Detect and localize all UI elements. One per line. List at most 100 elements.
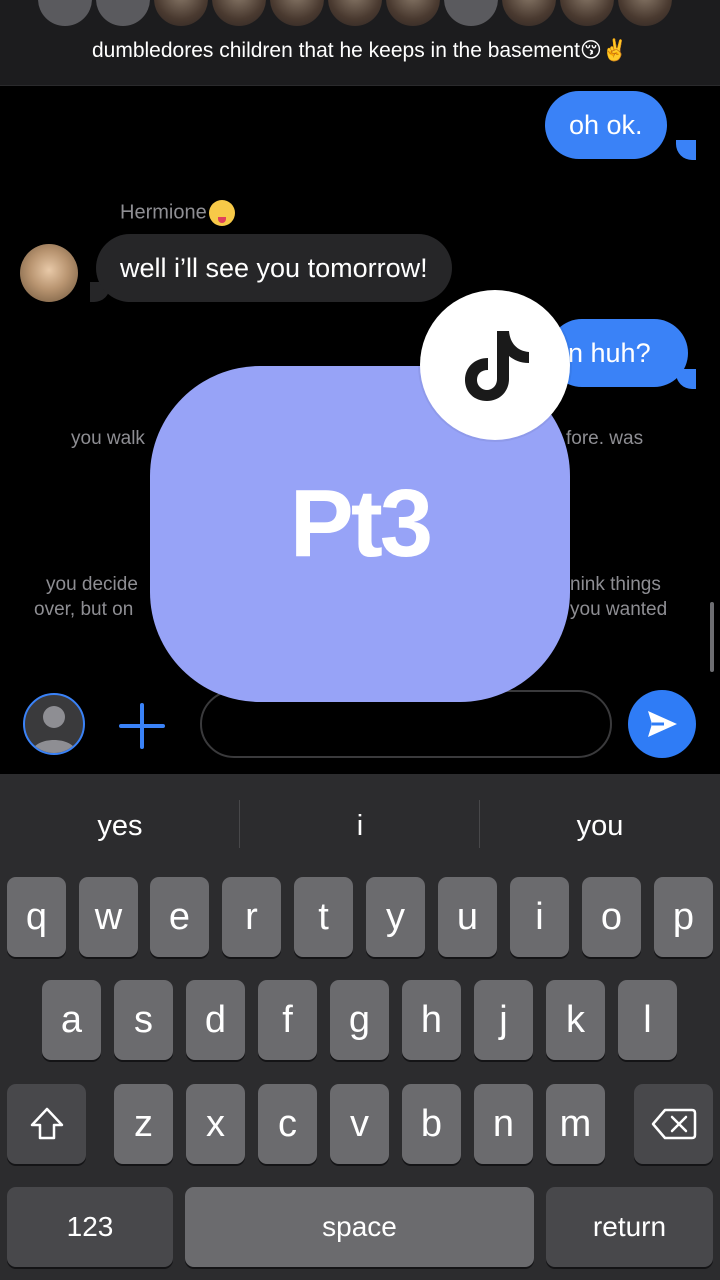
key-o[interactable]: o [582,877,641,957]
key-label: e [168,895,191,938]
member-avatar [328,0,382,26]
numbers-key[interactable]: 123 [7,1187,173,1267]
narration-text: fore. was [566,428,644,449]
key-label: l [643,998,652,1041]
key-k[interactable]: k [546,980,605,1060]
member-avatar [502,0,556,26]
plus-icon [119,703,165,749]
key-n[interactable]: n [474,1084,533,1164]
member-avatar [444,0,498,26]
member-avatar [618,0,672,26]
key-w[interactable]: w [79,877,138,957]
key-label: p [672,895,695,938]
key-l[interactable]: l [618,980,677,1060]
key-label: j [499,998,508,1041]
member-avatar [560,0,614,26]
shift-arrow-icon [30,1107,63,1140]
key-label: x [206,1102,225,1145]
member-avatar [212,0,266,26]
member-avatar [270,0,324,26]
key-label: m [559,1102,592,1145]
suggestion-text: you [576,809,624,842]
key-p[interactable]: p [654,877,713,957]
message-text: n huh? [568,338,651,368]
send-button[interactable] [628,690,696,758]
key-x[interactable]: x [186,1084,245,1164]
key-e[interactable]: e [150,877,209,957]
narration-text: you decide [46,574,138,595]
part-label: Pt3 [289,470,433,577]
keyboard: yes i you q w e r t y u i o p a s d f g … [0,774,720,1280]
narration-text: nink things [570,574,661,595]
key-label: s [134,998,153,1041]
key-j[interactable]: j [474,980,533,1060]
add-attachment-button[interactable] [118,702,166,750]
key-label: space [322,1211,397,1242]
key-label: 123 [66,1211,114,1242]
key-g[interactable]: g [330,980,389,1060]
key-label: h [420,998,443,1041]
key-label: o [600,895,623,938]
key-a[interactable]: a [42,980,101,1060]
key-label: u [456,895,479,938]
return-key[interactable]: return [546,1187,713,1267]
key-f[interactable]: f [258,980,317,1060]
scroll-indicator[interactable] [710,602,714,672]
group-avatars [38,0,672,26]
key-t[interactable]: t [294,877,353,957]
member-avatar [96,0,150,26]
key-d[interactable]: d [186,980,245,1060]
delete-key[interactable] [634,1084,713,1164]
incoming-message[interactable]: well i’ll see you tomorrow! [96,234,452,302]
tiktok-logo-icon [420,290,570,440]
key-v[interactable]: v [330,1084,389,1164]
outgoing-message[interactable]: oh ok. [545,91,667,159]
narration-text: you walk [71,428,145,449]
member-avatar [38,0,92,26]
key-label: v [350,1102,369,1145]
shift-key[interactable] [7,1084,86,1164]
sender-name: Hermione [120,200,235,226]
key-c[interactable]: c [258,1084,317,1164]
suggestion-text: yes [97,809,143,842]
key-s[interactable]: s [114,980,173,1060]
key-label: a [60,998,83,1041]
key-label: q [25,895,48,938]
sender-avatar[interactable] [20,244,78,302]
key-label: g [348,998,371,1041]
key-m[interactable]: m [546,1084,605,1164]
narration-text: over, but on [34,599,134,620]
message-text: well i’ll see you tomorrow! [120,253,428,283]
narration-text: you wanted [570,599,668,620]
key-u[interactable]: u [438,877,497,957]
tiktok-note-icon [465,331,529,401]
member-avatar [154,0,208,26]
key-label: f [282,998,293,1041]
key-q[interactable]: q [7,877,66,957]
key-b[interactable]: b [402,1084,461,1164]
key-label: y [386,895,405,938]
key-y[interactable]: y [366,877,425,957]
space-key[interactable]: space [185,1187,534,1267]
person-icon [31,706,77,753]
key-h[interactable]: h [402,980,461,1060]
chat-header[interactable]: dumbledores children that he keeps in th… [0,0,720,86]
send-arrow-icon [648,711,677,737]
suggestion-yes[interactable]: yes [0,774,240,878]
key-z[interactable]: z [114,1084,173,1164]
message-text: oh ok. [569,110,643,140]
key-label: i [535,895,544,938]
key-label: z [134,1102,153,1145]
zany-face-emoji-icon [208,200,235,226]
key-label: d [204,998,227,1041]
suggestion-i[interactable]: i [240,774,480,878]
member-avatar [386,0,440,26]
profile-avatar-button[interactable] [23,693,85,755]
key-label: k [566,998,585,1041]
key-r[interactable]: r [222,877,281,957]
suggestion-you[interactable]: you [480,774,720,878]
key-i[interactable]: i [510,877,569,957]
group-name[interactable]: dumbledores children that he keeps in th… [0,38,720,63]
key-label: b [420,1102,443,1145]
key-label: t [318,895,329,938]
